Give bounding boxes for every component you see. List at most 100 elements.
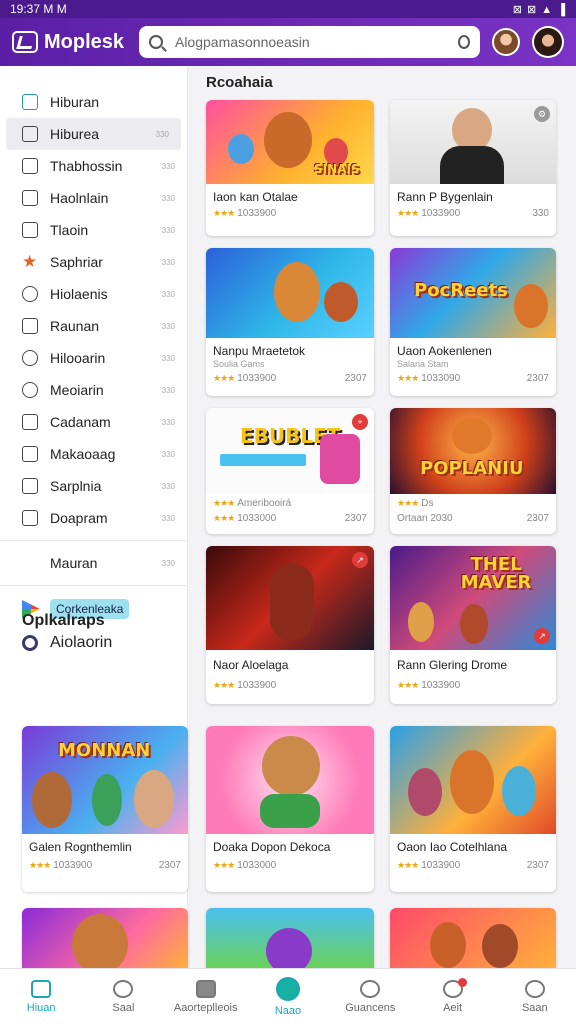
sidebar-badge: 330 [161, 353, 175, 363]
sidebar-item-thabhossin[interactable]: Thabhossin 330 [0, 150, 187, 182]
game-card[interactable]: ⚙ Rann P Bygenlain ★★★ 1033900 330 [390, 100, 556, 236]
sidebar-item-aiolaorin[interactable]: Aiolaorin [0, 626, 187, 660]
sidebar-item-hiburan[interactable]: Hiburan [0, 86, 187, 118]
sidebar-item-mauran[interactable]: Mauran 330 [0, 547, 187, 579]
download-count: 1033900 [237, 373, 277, 384]
character-art [264, 112, 312, 168]
sidebar-item-hilooarin[interactable]: Hilooarin 330 [0, 342, 187, 374]
badge-icon: + [352, 414, 368, 430]
bottom-nav-aaorteplleois[interactable]: Aaorteplleois [165, 969, 247, 1024]
game-card[interactable]: Doaka Dopon Dekoca ★★★ 1033000 [206, 726, 374, 892]
globe-icon [22, 350, 38, 366]
portrait-art [440, 146, 504, 184]
bottom-nav-saal[interactable]: Saal [82, 969, 164, 1024]
user-icon [22, 318, 38, 334]
sidebar-badge: 330 [161, 289, 175, 299]
game-title: Ameribooirá [237, 498, 292, 509]
sidebar-item-label: Hiolaenis [50, 286, 108, 302]
game-meta: ★★★ 1033900 330 [390, 204, 556, 223]
game-thumbnail: MONNAN [22, 726, 188, 834]
sidebar-badge: 330 [161, 558, 175, 568]
sidebar-item-sarplnia[interactable]: Sarplnia 330 [0, 470, 187, 502]
game-logo-text: SINAIS [314, 162, 360, 176]
sidebar-item-hiolaenis[interactable]: Hiolaenis 330 [0, 278, 187, 310]
character-art [460, 604, 488, 644]
search-input[interactable]: Alogpamasonnoeasin [175, 34, 458, 50]
logo-icon [12, 31, 38, 53]
download-count: 1033090 [421, 373, 461, 384]
bottom-nav-guancens[interactable]: Guancens [329, 969, 411, 1024]
sidebar-item-meoiarin[interactable]: Meoiarin 330 [0, 374, 187, 406]
game-thumbnail [206, 726, 374, 834]
mic-icon[interactable] [458, 35, 471, 49]
logo-banner [220, 454, 306, 466]
game-thumbnail: ↗ [206, 546, 374, 650]
character-art [134, 770, 174, 828]
game-card[interactable]: SINAIS Iaon kan Otalae ★★★ 1033900 [206, 100, 374, 236]
home-icon [22, 94, 38, 110]
download-count: 1033900 [53, 860, 93, 871]
game-meta: ★★★ 1033900 2307 [22, 854, 188, 875]
badge-icon: ↗ [534, 628, 550, 644]
ring-icon [22, 635, 38, 651]
game-card[interactable] [390, 908, 556, 968]
download-count: Ortaan 2030 [397, 513, 453, 524]
clock-icon [22, 286, 38, 302]
download-count: 1033900 [237, 680, 277, 691]
bottom-nav-home[interactable]: Hiuan [0, 969, 82, 1024]
game-card[interactable]: ↗ Naor Aloelaga ★★★ 1033900 [206, 546, 374, 704]
character-art [274, 262, 320, 322]
sidebar-item-label: Thabhossin [50, 158, 123, 174]
game-meta: ★★★ 1033900 [206, 672, 374, 695]
game-thumbnail [206, 908, 374, 968]
sidebar-item-makaoaag[interactable]: Makaoaag 330 [0, 438, 187, 470]
character-art [514, 284, 548, 328]
game-card[interactable]: EBUBLET + ★★★ Ameribooirá ★★★ 1033000 2307 [206, 408, 374, 534]
bottom-nav-naao[interactable]: Naao [247, 969, 329, 1024]
person-icon [524, 979, 545, 998]
sidebar-badge: 330 [161, 449, 175, 459]
game-meta: ★★★ 1033900 2307 [390, 854, 556, 875]
game-meta: ★★★ 1033000 2307 [206, 513, 374, 528]
rating-stars: ★★★ [213, 373, 235, 383]
sidebar-badge: 330 [161, 385, 175, 395]
sidebar-item-saphriar[interactable]: ★ Saphriar 330 [0, 246, 187, 278]
avatar-profile[interactable] [532, 26, 564, 58]
game-meta: ★★★ 1033900 2307 [206, 369, 374, 388]
sidebar-item-haolnlain[interactable]: Haolnlain 330 [0, 182, 187, 214]
check-icon [22, 446, 38, 462]
size-label: 2307 [526, 373, 549, 384]
heart-icon [113, 979, 134, 998]
star-icon: ★ [22, 252, 38, 271]
game-card[interactable]: POPLANIU ★★★ Ds Ortaan 2030 2307 [390, 408, 556, 534]
bottom-nav-saan[interactable]: Saan [494, 969, 576, 1024]
search-bar[interactable]: Alogpamasonnoeasin [138, 26, 481, 58]
game-card[interactable]: THEL MAVER ↗ Rann Glering Drome ★★★ 10339… [390, 546, 556, 704]
game-thumbnail [390, 908, 556, 968]
sidebar-item-label: Doapram [50, 510, 108, 526]
avatar-secondary[interactable] [492, 28, 521, 56]
bottom-nav-aeit[interactable]: Aeit [411, 969, 493, 1024]
options-icon[interactable]: ⚙ [534, 106, 550, 122]
sidebar-item-doapram[interactable]: Doapram 330 [0, 502, 187, 534]
sidebar-item-cadanam[interactable]: Cadanam 330 [0, 406, 187, 438]
game-card[interactable]: Oaon Iao Cotelhlana ★★★ 1033900 2307 [390, 726, 556, 892]
sidebar-item-tlaoin[interactable]: Tlaoin 330 [0, 214, 187, 246]
sidebar-badge: 330 [161, 161, 175, 171]
game-title: Doaka Dopon Dekoca [213, 840, 331, 854]
sidebar-item-raunan[interactable]: Raunan 330 [0, 310, 187, 342]
game-subtitle: Salaria Stam [397, 359, 449, 369]
game-meta: ★★★ 1033900 [206, 204, 374, 223]
character-art [72, 914, 128, 968]
game-card[interactable]: Nanpu Mraetetok Soulia Gams ★★★ 1033900 23… [206, 248, 374, 396]
game-card[interactable] [206, 908, 374, 968]
game-card[interactable] [22, 908, 188, 968]
game-card[interactable]: PocReets Uaon Aokenlenen Salaria Stam ★★… [390, 248, 556, 396]
minus-box-icon [22, 510, 38, 526]
app-logo[interactable]: Moplesk [12, 31, 139, 54]
character-art [266, 928, 312, 968]
sidebar-item-label: Tlaoin [50, 222, 89, 238]
sidebar-item-hiburea[interactable]: Hiburea 330 [6, 118, 181, 150]
game-title: Galen Rognthemlin [29, 840, 132, 854]
game-card[interactable]: MONNAN Galen Rognthemlin ★★★ 1033900 2307 [22, 726, 188, 892]
